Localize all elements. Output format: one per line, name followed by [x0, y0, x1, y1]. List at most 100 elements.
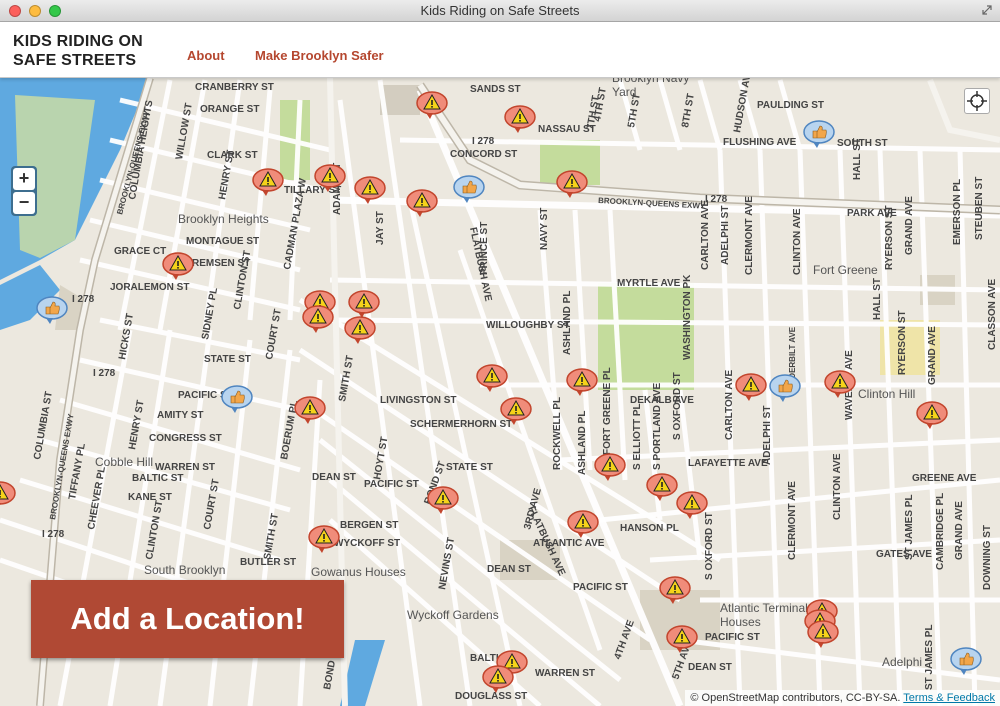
- thumbs-up-marker-icon[interactable]: [453, 175, 485, 203]
- hazard-marker-icon[interactable]: [735, 373, 767, 401]
- street-tiffany-pl: TIFFANY PL: [67, 442, 88, 500]
- street-ryerson-st-s: RYERSON ST: [897, 310, 908, 375]
- street-grand-ave-s: GRAND AVE: [927, 326, 938, 385]
- brand-text: KIDS RIDING ON SAFE STREETS: [13, 33, 143, 69]
- hazard-marker-icon[interactable]: [476, 364, 508, 392]
- label-fort-greene: Fort Greene: [813, 263, 878, 277]
- nav-about-link[interactable]: About: [187, 48, 225, 63]
- street-jay-st: JAY ST: [375, 211, 386, 245]
- street-myrtle-ave: MYRTLE AVE: [617, 278, 681, 289]
- street-carlton-ave: CARLTON AVE: [700, 199, 711, 270]
- street-state-st-e: STATE ST: [446, 462, 493, 473]
- street-warren-st-s: WARREN ST: [535, 668, 595, 679]
- hazard-marker-icon[interactable]: [504, 105, 536, 133]
- window-title: Kids Riding on Safe Streets: [420, 3, 580, 18]
- nav-make-brooklyn-safer-link[interactable]: Make Brooklyn Safer: [255, 48, 384, 63]
- street-kane-st: KANE ST: [128, 492, 172, 503]
- zoom-control: + −: [11, 166, 37, 216]
- fullscreen-icon[interactable]: [982, 5, 992, 15]
- street-cheever-pl: CHEEVER PL: [86, 466, 108, 531]
- hazard-marker-icon[interactable]: [302, 305, 334, 333]
- street-i278-b: I 278: [93, 368, 116, 379]
- street-washington-pk: WASHINGTON PK: [682, 274, 693, 360]
- terms-feedback-link[interactable]: Terms & Feedback: [903, 692, 995, 704]
- label-wyckoff-gardens: Wyckoff Gardens: [407, 608, 499, 622]
- street-baltic-st: BALTIC ST: [132, 473, 183, 484]
- add-location-button[interactable]: Add a Location!: [31, 580, 344, 658]
- street-cranberry-st: CRANBERRY ST: [195, 82, 274, 93]
- street-court-st: COURT ST: [264, 308, 284, 360]
- label-south-brooklyn: South Brooklyn: [144, 563, 225, 577]
- street-s-oxford-st: S OXFORD ST: [672, 372, 683, 440]
- street-fourth-ave: 4TH AVE: [612, 618, 637, 661]
- street-joralemon-st: JORALEMON ST: [110, 282, 189, 293]
- hazard-marker-icon[interactable]: [482, 665, 514, 693]
- street-adelphi-st-s: ADELPHI ST: [762, 406, 773, 465]
- street-ashland-pl-s: ASHLAND PL: [577, 411, 588, 475]
- street-amity-st: AMITY ST: [157, 410, 203, 421]
- street-dean-st-e: DEAN ST: [487, 564, 531, 575]
- street-dean-st: DEAN ST: [312, 472, 356, 483]
- street-schermerhorn-st: SCHERMERHORN ST: [410, 419, 512, 430]
- street-montague-st: MONTAGUE ST: [186, 236, 259, 247]
- hazard-marker-icon[interactable]: [567, 510, 599, 538]
- crosshair-icon: [967, 91, 987, 111]
- street-clermont-ave-s: CLERMONT AVE: [787, 481, 798, 560]
- street-clinton-ave-s: CLINTON AVE: [832, 453, 843, 520]
- street-carlton-ave-s: CARLTON AVE: [724, 369, 735, 440]
- street-grand-ave-bottom: GRAND AVE: [954, 501, 965, 560]
- street-hall-st-n: HALL ST: [872, 278, 883, 320]
- street-emerson-pl: EMERSON PL: [952, 179, 963, 245]
- street-douglass-st: DOUGLASS ST: [455, 691, 527, 702]
- hazard-marker-icon[interactable]: [594, 453, 626, 481]
- street-grace-ct: GRACE CT: [114, 246, 166, 257]
- hazard-marker-icon[interactable]: [348, 290, 380, 318]
- street-ashland-pl: ASHLAND PL: [562, 291, 573, 355]
- street-orange-st: ORANGE ST: [200, 104, 259, 115]
- map-attribution: © OpenStreetMap contributors, CC-BY-SA. …: [685, 690, 1000, 706]
- street-st-james-pl-s: ST JAMES PL: [924, 624, 935, 690]
- thumbs-up-marker-icon[interactable]: [769, 374, 801, 402]
- street-flushing-ave: FLUSHING AVE: [723, 137, 797, 148]
- street-i278-a: I 278: [72, 294, 95, 305]
- thumbs-up-marker-icon[interactable]: [221, 385, 253, 413]
- street-grand-ave: GRAND AVE: [904, 196, 915, 255]
- street-clermont-ave: CLERMONT AVE: [744, 196, 755, 275]
- site-brand[interactable]: KIDS RIDING ON SAFE STREETS: [13, 32, 163, 70]
- attribution-text: © OpenStreetMap contributors, CC-BY-SA.: [690, 692, 901, 704]
- street-hall-st: HALL ST: [852, 138, 863, 180]
- street-greene-ave: GREENE AVE: [912, 473, 977, 484]
- hazard-marker-icon[interactable]: [566, 368, 598, 396]
- hazard-marker-icon[interactable]: [294, 396, 326, 424]
- street-sands-st: SANDS ST: [470, 84, 521, 95]
- street-wyckoff-st: WYCKOFF ST: [334, 538, 400, 549]
- locate-button[interactable]: [964, 88, 990, 114]
- street-hanson-pl: HANSON PL: [620, 523, 679, 534]
- street-dean-st-se: DEAN ST: [688, 662, 732, 673]
- street-clinton-ave: CLINTON AVE: [792, 208, 803, 275]
- hazard-marker-icon[interactable]: [0, 481, 16, 509]
- street-sidney-pl: SIDNEY PL: [200, 287, 220, 341]
- label-atlantic-terminal-houses: Atlantic Terminal Houses: [720, 601, 808, 629]
- zoom-in-button[interactable]: +: [13, 168, 35, 190]
- label-brooklyn-navy-yard: Brooklyn Navy Yard: [612, 78, 689, 99]
- zoom-out-button[interactable]: −: [13, 192, 35, 214]
- thumbs-up-marker-icon[interactable]: [803, 120, 835, 148]
- hazard-marker-icon[interactable]: [916, 401, 948, 429]
- street-fort-greene-pl: FORT GREENE PL: [602, 367, 613, 455]
- hazard-marker-icon[interactable]: [807, 620, 839, 648]
- street-fourth-st: 4TH ST: [592, 87, 609, 123]
- street-downing-st: DOWNING ST: [982, 525, 993, 590]
- hazard-marker-icon[interactable]: [676, 491, 708, 519]
- street-i278-d: I 278: [472, 136, 495, 147]
- hazard-marker-icon[interactable]: [427, 486, 459, 514]
- street-clinton-st-s: CLINTON ST: [144, 500, 165, 561]
- street-warren-st: WARREN ST: [155, 462, 215, 473]
- street-rockwell-pl: ROCKWELL PL: [552, 397, 563, 470]
- hazard-marker-icon[interactable]: [252, 168, 284, 196]
- label-gowanus-houses: Gowanus Houses: [311, 565, 406, 579]
- street-navy-st: NAVY ST: [539, 208, 550, 250]
- street-congress-st: CONGRESS ST: [149, 433, 222, 444]
- street-adelphi-st: ADELPHI ST: [720, 206, 731, 265]
- hazard-marker-icon[interactable]: [646, 473, 678, 501]
